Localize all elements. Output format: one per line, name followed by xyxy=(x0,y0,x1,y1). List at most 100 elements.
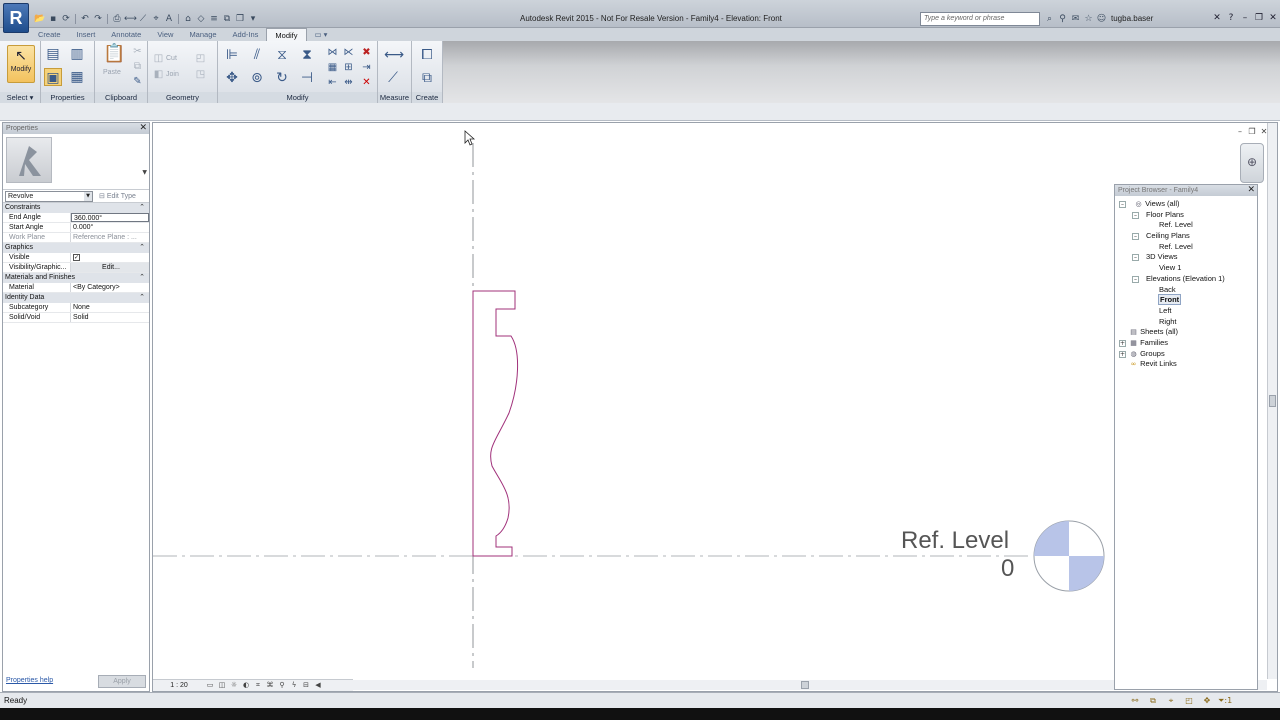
show-crop-icon[interactable]: ⌘ xyxy=(265,681,275,690)
redo-icon[interactable]: ↷ xyxy=(92,13,104,25)
user-icon[interactable]: ☺ xyxy=(1096,13,1107,25)
detail-level-icon[interactable]: ▭ xyxy=(205,681,215,690)
tab-create[interactable]: Create xyxy=(30,28,69,42)
select-underlay-icon[interactable]: ⧉ xyxy=(1146,695,1160,706)
split-gap-icon[interactable]: ⋉ xyxy=(342,46,355,59)
group-graphics[interactable]: Graphics ⌃ xyxy=(3,243,149,253)
temp-hide-icon[interactable]: ⚲ xyxy=(277,681,287,690)
tag-icon[interactable]: ⌖ xyxy=(150,13,162,25)
join-geometry-icon[interactable]: ◧ xyxy=(152,68,165,81)
tree-node-right[interactable]: Right xyxy=(1115,317,1257,328)
view-restore-icon[interactable]: ❐ xyxy=(1247,127,1257,137)
visible-checkbox[interactable]: ✓ xyxy=(73,254,80,261)
aligned-dimension-icon[interactable]: ⟋ xyxy=(384,69,402,87)
drag-elements-icon[interactable]: ✥ xyxy=(1200,695,1214,706)
level-name[interactable]: Ref. Level xyxy=(901,527,1009,555)
mirror-draw-axis-icon[interactable]: ⧗ xyxy=(298,46,316,64)
analytical-model-icon[interactable]: ⊟ xyxy=(301,681,311,690)
copy-element-icon[interactable]: ⊚ xyxy=(248,69,266,87)
array-icon[interactable]: ▦ xyxy=(326,61,339,74)
trim-extend-icon[interactable]: ⊣ xyxy=(298,69,316,87)
level-elevation[interactable]: 0 xyxy=(1001,555,1014,583)
type-properties-icon[interactable]: ▥ xyxy=(68,45,86,63)
trim-multiple-icon[interactable]: ⇹ xyxy=(342,76,355,89)
exchange-icon[interactable]: ✕ xyxy=(1212,12,1222,24)
material-value[interactable]: <By Category> xyxy=(71,283,149,292)
pin-icon[interactable]: ⇥ xyxy=(360,61,373,74)
undo-icon[interactable]: ↶ xyxy=(79,13,91,25)
collapse-icon[interactable]: – xyxy=(1119,201,1126,208)
family-types-icon[interactable]: ▦ xyxy=(68,68,86,86)
tree-node-view-1[interactable]: View 1 xyxy=(1115,263,1257,274)
expand-icon[interactable]: + xyxy=(1119,350,1126,358)
close-browser-icon[interactable]: ✕ xyxy=(1247,185,1255,196)
tree-node-sheets[interactable]: ▤ Sheets (all) xyxy=(1115,327,1257,338)
customize-qat-icon[interactable]: ▾ xyxy=(247,13,259,25)
paste-icon[interactable]: 📋 xyxy=(103,45,125,63)
move-icon[interactable]: ✥ xyxy=(223,69,241,87)
tree-node-floor-ref-level[interactable]: Ref. Level xyxy=(1115,220,1257,231)
type-selector[interactable]: ▼ xyxy=(3,134,149,190)
rotate-icon[interactable]: ↻ xyxy=(273,69,291,87)
tab-add-ins[interactable]: Add-Ins xyxy=(225,28,267,42)
split-face-icon[interactable]: ◳ xyxy=(194,68,207,81)
shadows-icon[interactable]: ◐ xyxy=(241,681,251,690)
tree-node-groups[interactable]: + ◍ Groups xyxy=(1115,349,1257,360)
edit-type-button[interactable]: ⊟ Edit Type xyxy=(99,192,136,200)
view-scale[interactable]: 1 : 20 xyxy=(153,682,205,689)
modify-button[interactable]: ↖ Modify xyxy=(7,45,35,83)
select-by-face-icon[interactable]: ◰ xyxy=(1182,695,1196,706)
vertical-scrollbar[interactable] xyxy=(1267,123,1277,679)
minimize-icon[interactable]: – xyxy=(1240,12,1250,24)
open-icon[interactable]: 📂 xyxy=(34,13,46,25)
user-name[interactable]: tugba.baser xyxy=(1111,14,1153,23)
tree-node-views[interactable]: – ◎ Views (all) xyxy=(1115,199,1257,210)
properties-icon[interactable]: ▤ xyxy=(44,45,62,63)
favorites-star-icon[interactable]: ☆ xyxy=(1083,13,1094,25)
instance-filter-select[interactable]: Revolve ▼ xyxy=(5,190,93,202)
unpin-icon[interactable]: ✖ xyxy=(360,46,373,59)
collapse-icon[interactable]: ⌃ xyxy=(139,243,145,253)
tree-node-floor-plans[interactable]: – Floor Plans xyxy=(1115,210,1257,221)
match-properties-icon[interactable]: ✎ xyxy=(131,75,144,88)
start-angle-input[interactable]: 0.000° xyxy=(71,223,149,232)
subscription-icon[interactable]: ⚲ xyxy=(1057,13,1068,25)
mirror-pick-axis-icon[interactable]: ⧖ xyxy=(273,46,291,64)
binoculars-icon[interactable]: ⌕ xyxy=(1044,13,1055,25)
sun-path-icon[interactable]: ☼ xyxy=(229,681,239,690)
tree-node-ceiling-plans[interactable]: – Ceiling Plans xyxy=(1115,231,1257,242)
collapse-icon[interactable]: ⌃ xyxy=(139,203,145,213)
align-icon[interactable]: ⊫ xyxy=(223,46,241,64)
section-icon[interactable]: ◇ xyxy=(195,13,207,25)
collapse-icon[interactable]: – xyxy=(1132,211,1139,219)
copy-icon[interactable]: ⧉ xyxy=(131,60,144,73)
collapse-icon[interactable]: ⌃ xyxy=(139,293,145,303)
collapse-icon[interactable]: – xyxy=(1132,254,1139,262)
restore-icon[interactable]: ❐ xyxy=(1254,12,1264,24)
help-icon[interactable]: ? xyxy=(1226,12,1236,24)
print-icon[interactable]: ⎙ xyxy=(111,13,123,25)
close-properties-icon[interactable]: ✕ xyxy=(139,123,147,134)
ribbon-minimize-toggle[interactable]: ▭ ▾ xyxy=(307,28,336,42)
select-panel-label[interactable]: Select ▾ xyxy=(0,92,40,103)
visibility-edit-button[interactable]: Edit... xyxy=(71,263,149,272)
apply-button[interactable]: Apply xyxy=(98,675,146,688)
navigation-bar[interactable]: ⊕ xyxy=(1240,143,1264,183)
drawing-area[interactable]: Ref. Level 0 – ❐ ✕ ⊕ 1 : 20 ▭ ◫ ☼ ◐ ⌗ ⌘ … xyxy=(152,122,1278,692)
revolve-profile[interactable] xyxy=(472,290,518,557)
tab-modify[interactable]: Modify xyxy=(266,28,307,42)
properties-help-link[interactable]: Properties help xyxy=(6,677,53,684)
tab-annotate[interactable]: Annotate xyxy=(103,28,149,42)
tree-node-ceiling-ref-level[interactable]: Ref. Level xyxy=(1115,242,1257,253)
crop-view-icon[interactable]: ⌗ xyxy=(253,681,263,690)
select-links-icon[interactable]: ⚯ xyxy=(1128,695,1142,706)
text-icon[interactable]: A xyxy=(163,13,175,25)
wall-joins-icon[interactable]: ◰ xyxy=(194,52,207,65)
communication-icon[interactable]: ✉ xyxy=(1070,13,1081,25)
group-identity-data[interactable]: Identity Data ⌃ xyxy=(3,293,149,303)
tree-node-back[interactable]: Back xyxy=(1115,285,1257,296)
sync-icon[interactable]: ⟳ xyxy=(60,13,72,25)
group-constraints[interactable]: Constraints ⌃ xyxy=(3,203,149,213)
search-input[interactable]: Type a keyword or phrase xyxy=(920,12,1040,26)
tab-view[interactable]: View xyxy=(149,28,181,42)
